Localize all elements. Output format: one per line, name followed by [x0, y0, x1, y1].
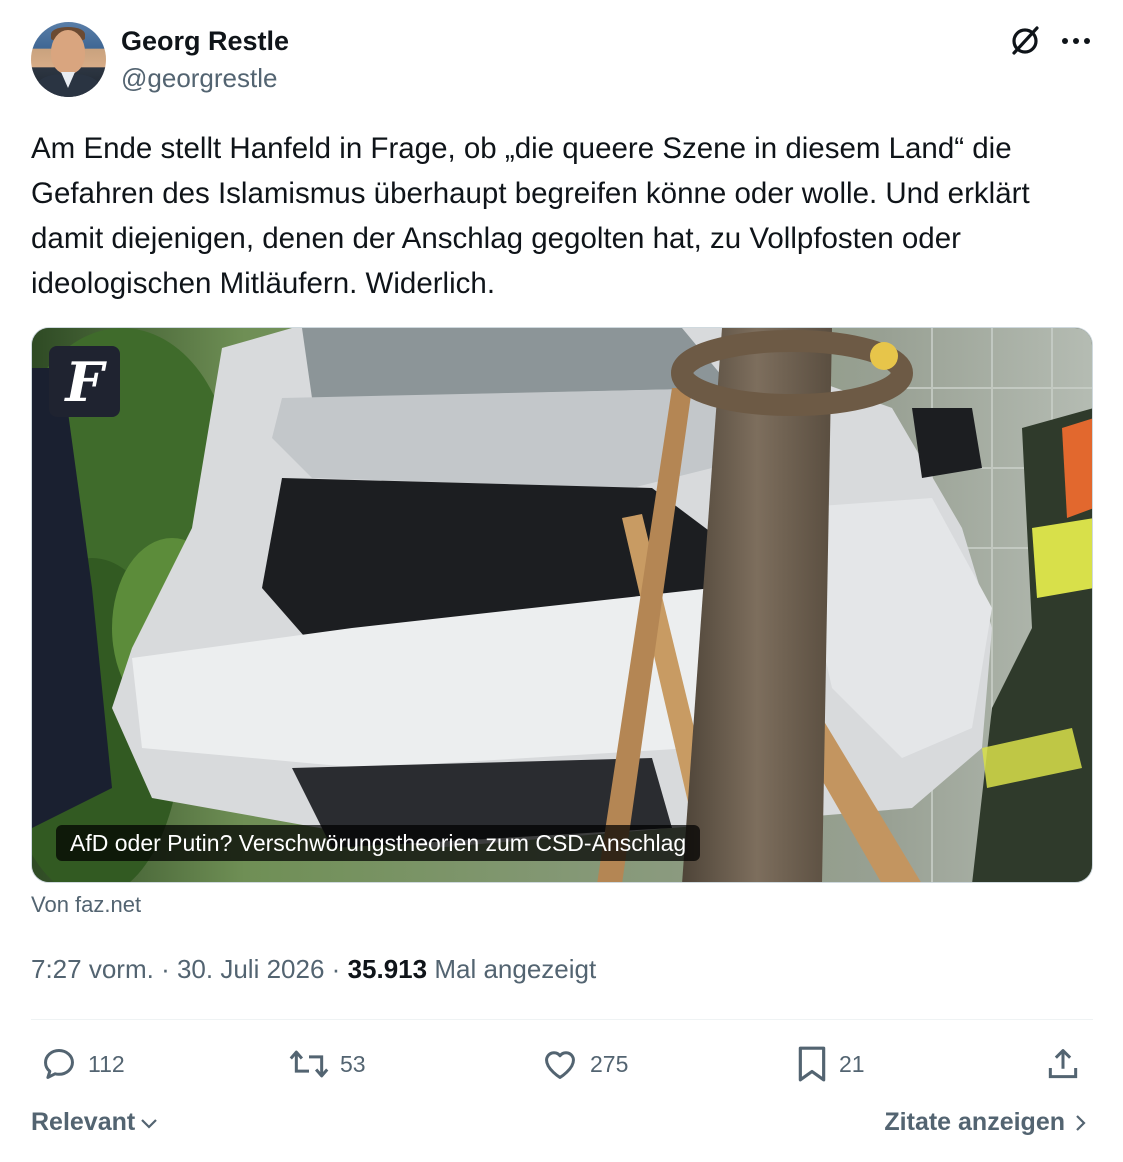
card-image — [32, 328, 1092, 882]
grok-icon — [1012, 26, 1039, 55]
author-handle[interactable]: @georgrestle — [121, 63, 277, 94]
like-button[interactable]: 275 — [540, 1042, 628, 1086]
sort-dropdown[interactable]: Relevant — [31, 1108, 159, 1137]
bookmark-count: 21 — [839, 1050, 865, 1077]
quotes-label: Zitate anzeigen — [884, 1108, 1065, 1136]
link-card[interactable]: F AfD oder Putin? Verschwörungstheorien … — [31, 327, 1093, 883]
more-icon — [1062, 38, 1090, 44]
repost-button[interactable]: 53 — [288, 1042, 366, 1086]
like-count: 275 — [590, 1050, 629, 1077]
share-icon — [1048, 1049, 1078, 1079]
tweet-meta: 7:27 vorm. · 30. Juli 2026 · 35.913 Mal … — [31, 954, 596, 985]
tweet-date[interactable]: 30. Juli 2026 — [177, 954, 324, 984]
avatar[interactable] — [31, 22, 106, 97]
divider — [31, 1019, 1093, 1020]
faz-logo: F — [49, 346, 120, 417]
grok-button[interactable] — [1006, 22, 1044, 60]
chevron-down-icon — [141, 1118, 157, 1129]
share-button[interactable] — [1044, 1042, 1082, 1086]
more-button[interactable] — [1058, 24, 1094, 58]
view-quotes-link[interactable]: Zitate anzeigen — [884, 1108, 1087, 1137]
sort-label: Relevant — [31, 1108, 136, 1136]
tweet: Georg Restle @georgrestle Am Ende stellt… — [0, 0, 1123, 1162]
views-label: Mal angezeigt — [434, 954, 597, 984]
repost-count: 53 — [340, 1050, 366, 1077]
meta-separator: · — [331, 954, 341, 984]
chevron-right-icon — [1076, 1114, 1086, 1131]
reply-button[interactable]: 112 — [40, 1042, 125, 1086]
reply-count: 112 — [88, 1050, 125, 1077]
tweet-time[interactable]: 7:27 vorm. — [31, 954, 154, 984]
tweet-text: Am Ende stellt Hanfeld in Frage, ob „die… — [31, 132, 1030, 300]
avatar-face — [51, 30, 85, 74]
reply-icon — [44, 1049, 74, 1079]
views-count: 35.913 — [347, 954, 428, 984]
repost-icon — [289, 1050, 329, 1078]
author-display-name[interactable]: Georg Restle — [121, 26, 289, 57]
bookmark-icon — [798, 1046, 826, 1082]
card-source[interactable]: Von faz.net — [31, 892, 141, 918]
card-caption: AfD oder Putin? Verschwörungstheorien zu… — [56, 825, 701, 861]
bookmark-button[interactable]: 21 — [795, 1042, 865, 1086]
like-icon — [545, 1051, 575, 1079]
meta-separator: · — [161, 954, 170, 984]
